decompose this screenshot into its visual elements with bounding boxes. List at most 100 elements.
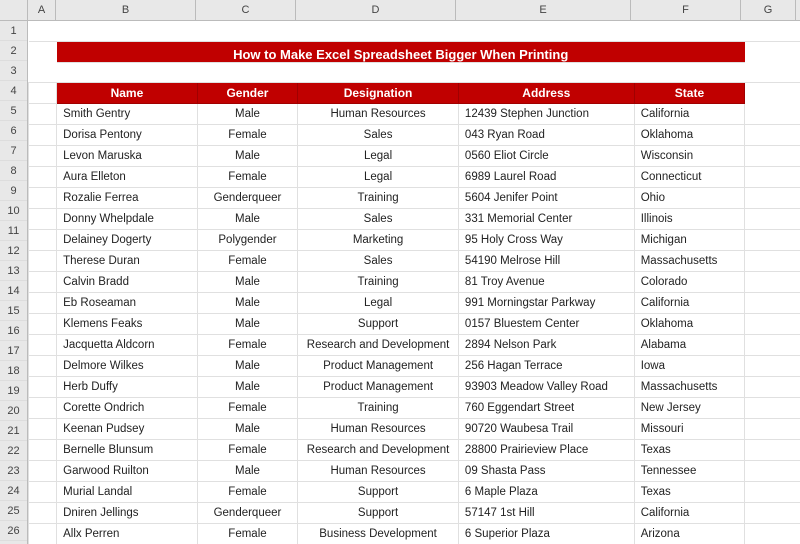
cell-gender: Male [197,460,297,481]
cell-row14-a [29,292,57,313]
cell-name: Calvin Bradd [57,271,198,292]
cell-address: 2894 Nelson Park [458,334,634,355]
row-num-23: 23 [0,461,27,481]
cell-gender: Female [197,397,297,418]
header-state: State [634,82,745,103]
cell-row17-a [29,355,57,376]
cell-name: Jacquetta Aldcorn [57,334,198,355]
cell-designation: Human Resources [298,460,459,481]
cell-name: Dniren Jellings [57,502,198,523]
cell-state: Illinois [634,208,745,229]
header-end [745,82,800,103]
cell-row16-a [29,334,57,355]
row-num-22: 22 [0,441,27,461]
cell-1a [29,21,57,41]
row-num-6: 6 [0,121,27,141]
cell-address: 12439 Stephen Junction [458,103,634,124]
row-num-5: 5 [0,101,27,121]
cell-name: Therese Duran [57,250,198,271]
cell-address: 93903 Meadow Valley Road [458,376,634,397]
cell-designation: Training [298,397,459,418]
cell-address: 57147 1st Hill [458,502,634,523]
row-numbers: 1 2 3 4 5 6 7 8 9 10 11 12 13 14 15 16 1… [0,21,28,544]
cell-designation: Legal [298,292,459,313]
cell-row5-g [745,103,800,124]
cell-address: 90720 Waubesa Trail [458,418,634,439]
cell-gender: Female [197,124,297,145]
cell-row7-a [29,145,57,166]
row-num-2: 2 [0,41,27,61]
cell-name: Donny Whelpdale [57,208,198,229]
cell-designation: Sales [298,208,459,229]
cell-address: 991 Morningstar Parkway [458,292,634,313]
cell-designation: Product Management [298,355,459,376]
cell-address: 043 Ryan Road [458,124,634,145]
col-header-d: D [296,0,456,20]
cell-row25-a [29,523,57,544]
cell-row11-g [745,229,800,250]
table-row: Keenan PudseyMaleHuman Resources90720 Wa… [29,418,800,439]
cell-row21-g [745,439,800,460]
spreadsheet-title: How to Make Excel Spreadsheet Bigger Whe… [57,42,745,62]
row-num-1: 1 [0,21,27,41]
cell-address: 6 Superior Plaza [458,523,634,544]
cell-row18-g [745,376,800,397]
cell-designation: Human Resources [298,103,459,124]
cell-row8-g [745,166,800,187]
cell-gender: Female [197,523,297,544]
cell-gender: Female [197,334,297,355]
cell-gender: Male [197,145,297,166]
cell-gender: Male [197,292,297,313]
cell-row10-g [745,208,800,229]
cell-designation: Business Development [298,523,459,544]
cell-state: Wisconsin [634,145,745,166]
row-num-12: 12 [0,241,27,261]
cell-row17-g [745,355,800,376]
row-2: How to Make Excel Spreadsheet Bigger Whe… [29,41,800,62]
cell-row22-a [29,460,57,481]
cell-row24-g [745,502,800,523]
cell-name: Delainey Dogerty [57,229,198,250]
row-num-4: 4 [0,81,27,101]
cell-address: 5604 Jenifer Point [458,187,634,208]
row-1 [29,21,800,41]
cell-state: Massachusetts [634,250,745,271]
row-4: Name Gender Designation Address State [29,82,800,103]
cell-address: 09 Shasta Pass [458,460,634,481]
table-row: Dorisa PentonyFemaleSales043 Ryan RoadOk… [29,124,800,145]
cell-state: Iowa [634,355,745,376]
col-header-a: A [28,0,56,20]
row-num-26: 26 [0,521,27,541]
table-row: Calvin BraddMaleTraining81 Troy AvenueCo… [29,271,800,292]
cell-designation: Sales [298,250,459,271]
row-num-11: 11 [0,221,27,241]
cell-row25-g [745,523,800,544]
cell-state: Texas [634,481,745,502]
cell-row20-g [745,418,800,439]
row-num-18: 18 [0,361,27,381]
cell-state: Massachusetts [634,376,745,397]
header-gender: Gender [197,82,297,103]
cell-row19-g [745,397,800,418]
cell-row14-g [745,292,800,313]
cell-designation: Product Management [298,376,459,397]
row-3 [29,62,800,82]
cell-3a [29,62,57,82]
cell-row6-g [745,124,800,145]
row-num-13: 13 [0,261,27,281]
cell-state: Michigan [634,229,745,250]
cell-row15-a [29,313,57,334]
cell-designation: Research and Development [298,334,459,355]
row-num-14: 14 [0,281,27,301]
cell-gender: Female [197,166,297,187]
cell-gender: Male [197,355,297,376]
cell-state: California [634,502,745,523]
cell-row24-a [29,502,57,523]
cell-address: 28800 Prairieview Place [458,439,634,460]
col-header-e: E [456,0,631,20]
table-row: Delainey DogertyPolygenderMarketing95 Ho… [29,229,800,250]
cell-gender: Genderqueer [197,502,297,523]
cell-2g [745,41,800,62]
cell-state: Oklahoma [634,124,745,145]
table-row: Therese DuranFemaleSales54190 Melrose Hi… [29,250,800,271]
